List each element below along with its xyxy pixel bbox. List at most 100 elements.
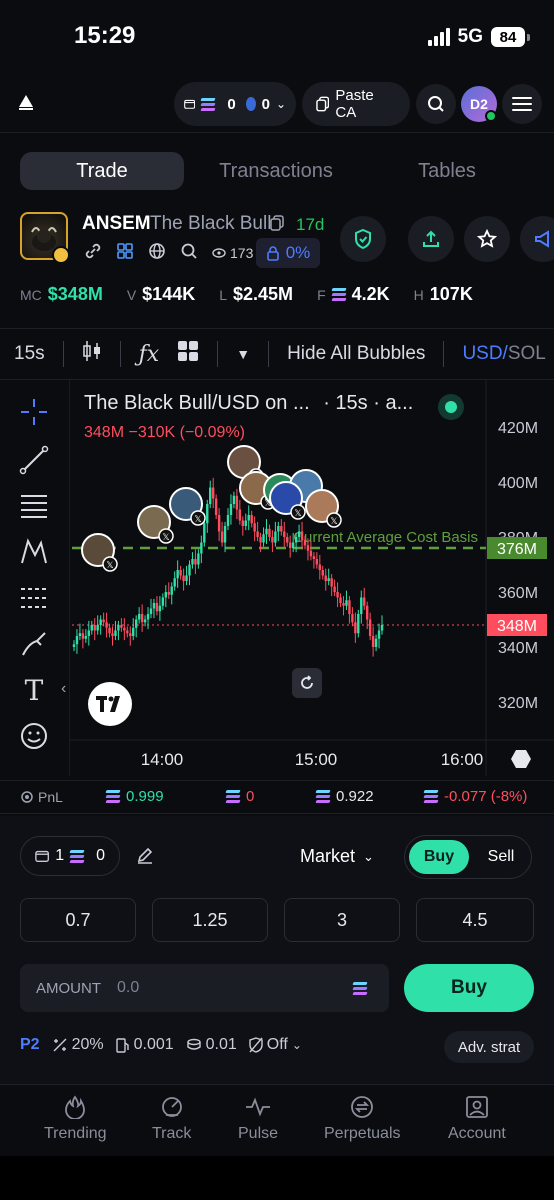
grid-icon[interactable] — [116, 242, 134, 263]
chevron-down-icon: ⌄ — [291, 1038, 302, 1052]
stat-mc-value: $348M — [47, 284, 103, 304]
menu-button[interactable] — [502, 84, 542, 124]
points-count: 0 — [261, 95, 270, 113]
buy-button[interactable]: Buy — [404, 964, 534, 1012]
candle-body — [134, 619, 138, 628]
favorite-button[interactable] — [464, 216, 510, 262]
account-icon — [466, 1096, 488, 1118]
fib-tool-icon[interactable] — [16, 488, 52, 524]
announce-button[interactable] — [520, 216, 554, 262]
coins-icon — [186, 1038, 201, 1050]
chart-settings-icon[interactable] — [510, 749, 532, 769]
avg-cost-label: Current Average Cost Basis — [293, 529, 478, 546]
emoji-tool-icon[interactable] — [16, 718, 52, 754]
tab-transactions[interactable]: Transactions — [196, 152, 356, 190]
search-token-icon[interactable] — [180, 242, 198, 263]
candle-body — [348, 600, 351, 614]
edit-icon[interactable] — [136, 846, 154, 869]
interval-selector[interactable]: 15s — [14, 343, 45, 365]
solana-icon — [200, 97, 216, 111]
link-icon[interactable] — [84, 242, 102, 263]
amount-field[interactable]: AMOUNT 0.0 — [20, 964, 389, 1012]
stat-v-value: $144K — [142, 284, 196, 304]
candle-body — [197, 553, 200, 565]
candle-body — [182, 575, 185, 581]
order-type-selector[interactable]: Market ⌄ — [300, 846, 374, 867]
candle-body — [318, 564, 322, 570]
currency-toggle[interactable]: USD/SOL — [462, 343, 545, 365]
indicators-icon[interactable]: ƒx — [139, 342, 160, 367]
pnl-label[interactable]: PnL — [20, 789, 63, 805]
nav-perpetuals[interactable]: Perpetuals — [324, 1095, 401, 1143]
chart-title-text: The Black Bull/USD on ... — [84, 392, 310, 414]
reset-icon — [301, 675, 313, 689]
amount-label: AMOUNT — [36, 979, 101, 997]
candle-body — [283, 531, 286, 537]
layout-icon[interactable] — [177, 340, 199, 368]
pattern-tool-icon[interactable] — [16, 534, 52, 570]
copy-address-icon[interactable] — [270, 215, 284, 236]
collapse-tools-icon[interactable]: ‹ — [61, 680, 66, 698]
preset-amount-button[interactable]: 0.7 — [20, 898, 136, 942]
buy-sell-toggle: Buy Sell — [404, 835, 532, 879]
candle-body — [149, 608, 153, 614]
trendline-tool-icon[interactable] — [16, 442, 52, 478]
nav-track[interactable]: Track — [152, 1095, 191, 1143]
crosshair-tool-icon[interactable] — [16, 394, 52, 430]
tab-tables[interactable]: Tables — [380, 152, 514, 190]
candle-body — [345, 600, 348, 606]
candle-body — [203, 523, 206, 543]
signal-icon — [427, 28, 450, 46]
preset-amount-button[interactable]: 3 — [284, 898, 400, 942]
search-button[interactable] — [416, 84, 456, 124]
preset-amount-button[interactable]: 4.5 — [416, 898, 534, 942]
y-tick-label: 420M — [498, 420, 538, 437]
projection-tool-icon[interactable] — [16, 580, 52, 616]
hide-bubbles-button[interactable]: Hide All Bubbles — [287, 343, 425, 365]
candle-body — [274, 531, 277, 543]
candle-body — [247, 515, 250, 521]
candle-body — [211, 487, 215, 499]
x-badge-glyph: 𝕏 — [294, 509, 301, 519]
reset-chart-button[interactable] — [292, 668, 322, 698]
home-indicator-area — [0, 1156, 554, 1200]
candle-body — [96, 625, 99, 631]
lock-percentage: 0% — [256, 238, 320, 268]
candle-type-icon[interactable] — [82, 339, 102, 369]
amount-input[interactable]: 0.0 — [117, 979, 353, 997]
app-logo-icon[interactable] — [16, 92, 36, 117]
mev-setting: Off ⌄ — [249, 1036, 302, 1054]
chart-subtitle-text: · 15s · a... — [323, 392, 414, 414]
wallet-balance-selector[interactable]: 1 0 — [20, 836, 120, 876]
adv-strat-button[interactable]: Adv. strat — [444, 1031, 534, 1063]
preset-name[interactable]: P2 — [20, 1036, 40, 1054]
preset-amount-button[interactable]: 1.25 — [152, 898, 268, 942]
trade-settings[interactable]: P2 20% 0.001 0.01 Off ⌄ — [20, 1036, 302, 1054]
buy-tab[interactable]: Buy — [409, 840, 469, 874]
token-age: 17d — [296, 215, 325, 234]
tab-trade[interactable]: Trade — [20, 152, 184, 190]
security-button[interactable] — [340, 216, 386, 262]
text-tool-icon[interactable]: T — [16, 672, 52, 708]
paste-ca-button[interactable]: Paste CA — [302, 82, 410, 126]
nav-account[interactable]: Account — [448, 1095, 506, 1143]
brush-tool-icon[interactable] — [16, 626, 52, 662]
more-dropdown-icon[interactable]: ▼ — [236, 346, 250, 362]
nav-trending[interactable]: Trending — [44, 1095, 107, 1143]
stat-f-key: F — [317, 286, 326, 303]
sell-tab[interactable]: Sell — [471, 840, 531, 874]
candle-body — [268, 528, 271, 537]
copy-icon — [316, 96, 330, 112]
battery-icon: 84 — [491, 27, 530, 47]
nav-pulse[interactable]: Pulse — [238, 1095, 278, 1143]
candle-body — [209, 487, 212, 504]
wallet-icon — [35, 850, 49, 862]
stat-mc-key: MC — [20, 286, 42, 303]
tradingview-logo-icon[interactable] — [88, 682, 132, 726]
pnl-bought: 0.999 — [105, 788, 164, 805]
priority-fee-setting: 0.001 — [115, 1036, 174, 1054]
wallet-selector[interactable]: 0 0 ⌄ — [174, 82, 296, 126]
globe-icon[interactable] — [148, 242, 166, 263]
megaphone-icon — [535, 230, 549, 248]
share-button[interactable] — [408, 216, 454, 262]
